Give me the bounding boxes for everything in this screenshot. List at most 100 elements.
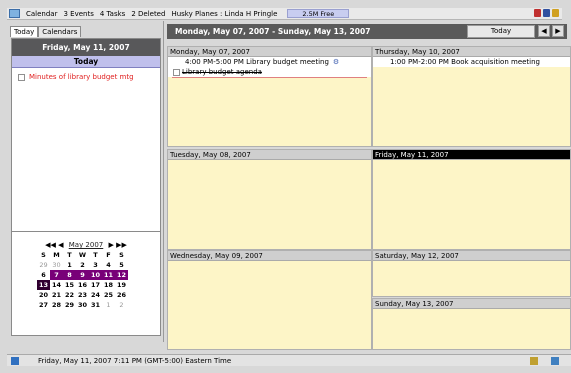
calendar-day[interactable]: 24 <box>89 290 102 300</box>
today-date-header: Friday, May 11, 2007 <box>12 39 160 56</box>
calendar-day[interactable]: 14 <box>50 280 63 290</box>
event-library-budget-meeting[interactable]: 4:00 PM-5:00 PM Library budget meeting ⚙ <box>168 57 371 67</box>
weekday-label: F <box>106 251 111 259</box>
calendar-day[interactable]: 29 <box>63 300 76 310</box>
toolbar-icons <box>534 9 559 17</box>
calendar-day[interactable]: 25 <box>102 290 115 300</box>
event-label: 1:00 PM-2:00 PM Book acquisition meeting <box>390 58 540 66</box>
calendar-day[interactable]: 16 <box>76 280 89 290</box>
today-label: Today <box>12 56 160 68</box>
prev-week-button[interactable]: ◀ <box>538 25 550 37</box>
calendar-day[interactable]: 26 <box>115 290 128 300</box>
next-week-button[interactable]: ▶ <box>552 25 564 37</box>
recurring-icon: ⚙ <box>332 58 340 66</box>
day-thursday[interactable]: Thursday, May 10, 2007 1:00 PM-2:00 PM B… <box>372 46 571 147</box>
calendar-menu[interactable]: Calendar <box>26 10 57 18</box>
day-header-friday: Friday, May 11, 2007 <box>373 150 570 160</box>
next-year-button[interactable]: ▶▶ <box>116 241 127 249</box>
calendar-day[interactable]: 2 <box>76 260 89 270</box>
calendar-day[interactable]: 31 <box>89 300 102 310</box>
pen-icon[interactable] <box>543 9 550 17</box>
weekday-header-row: SMTWTFS <box>37 250 141 260</box>
calendar-day[interactable]: 20 <box>37 290 50 300</box>
calendar-app: Calendar 3 Events 4 Tasks 2 Deleted Husk… <box>0 0 571 373</box>
prev-year-button[interactable]: ◀◀ <box>45 241 56 249</box>
calendar-day[interactable]: 22 <box>63 290 76 300</box>
user-label: Husky Planes : Linda H Pringle <box>171 9 278 18</box>
left-tabs: Today Calendars <box>10 26 82 37</box>
month-label[interactable]: May 2007 <box>69 241 104 249</box>
weekday-label: S <box>119 251 124 259</box>
calendar-day[interactable]: 8 <box>63 270 76 280</box>
day-header-wednesday: Wednesday, May 09, 2007 <box>168 251 371 261</box>
task-label: Minutes of library budget mtg <box>29 73 134 81</box>
person-icon[interactable] <box>534 9 541 17</box>
tab-today[interactable]: Today <box>10 26 39 37</box>
status-datetime: Friday, May 11, 2007 7:11 PM (GMT-5:00) … <box>38 356 232 365</box>
mini-calendar-grid: S M T W T F S 29 30 1 2 3 4 5 6 7 8 9 10 11 12 13 14 15 16 17 18 19… <box>37 250 141 310</box>
event-book-acquisition-meeting[interactable]: 1:00 PM-2:00 PM Book acquisition meeting <box>373 57 570 67</box>
calendar-day[interactable]: 28 <box>50 300 63 310</box>
calendar-day[interactable]: 19 <box>115 280 128 290</box>
calendar-day[interactable]: 2 <box>115 300 128 310</box>
events-count[interactable]: 3 Events <box>63 10 93 18</box>
day-friday[interactable]: Friday, May 11, 2007 <box>372 149 571 250</box>
calendar-day[interactable]: 4 <box>102 260 115 270</box>
week-row: 27 28 29 30 31 1 2 <box>37 300 141 310</box>
gear-icon[interactable] <box>552 9 559 17</box>
mini-calendar-nav: ◀◀ ◀ May 2007 ▶ ▶▶ <box>12 241 160 249</box>
calendar-day[interactable]: 10 <box>89 270 102 280</box>
day-wednesday[interactable]: Wednesday, May 09, 2007 <box>167 250 372 350</box>
day-sunday[interactable]: Sunday, May 13, 2007 <box>372 298 571 350</box>
task-label: Library budget agenda <box>182 68 262 76</box>
task-checkbox[interactable] <box>173 68 180 76</box>
calendar-day[interactable]: 18 <box>102 280 115 290</box>
calendar-day[interactable]: 27 <box>37 300 50 310</box>
prev-month-button[interactable]: ◀ <box>58 241 63 249</box>
day-saturday[interactable]: Saturday, May 12, 2007 <box>372 250 571 297</box>
calendar-day[interactable]: 15 <box>63 280 76 290</box>
calendar-day[interactable]: 6 <box>37 270 50 280</box>
grid-icon[interactable] <box>551 356 559 365</box>
calendar-day[interactable]: 1 <box>102 300 115 310</box>
today-button[interactable]: Today <box>467 25 535 38</box>
calendar-day[interactable]: 11 <box>102 270 115 280</box>
divider <box>172 77 367 78</box>
weekday-label: M <box>53 251 60 259</box>
task-checkbox[interactable] <box>18 73 25 81</box>
day-tuesday[interactable]: Tuesday, May 08, 2007 <box>167 149 372 250</box>
calendar-day[interactable]: 29 <box>37 260 50 270</box>
calendar-day[interactable]: 21 <box>50 290 63 300</box>
calendar-status-icon[interactable] <box>11 356 19 365</box>
calendar-day[interactable]: 5 <box>115 260 128 270</box>
weekday-label: W <box>78 251 87 259</box>
next-month-button[interactable]: ▶ <box>108 241 113 249</box>
task-library-budget-agenda[interactable]: Library budget agenda <box>168 67 371 77</box>
today-panel: Friday, May 11, 2007 Today Minutes of li… <box>11 38 161 244</box>
week-range: Monday, May 07, 2007 - Sunday, May 13, 2… <box>175 27 371 36</box>
deleted-count[interactable]: 2 Deleted <box>131 10 165 18</box>
calendar-day[interactable]: 7 <box>50 270 63 280</box>
day-header-monday: Monday, May 07, 2007 <box>168 47 371 57</box>
calendar-day[interactable]: 12 <box>115 270 128 280</box>
calendar-day[interactable]: 30 <box>76 300 89 310</box>
day-monday[interactable]: Monday, May 07, 2007 4:00 PM-5:00 PM Lib… <box>167 46 372 147</box>
calendar-day[interactable]: 13 <box>37 280 50 290</box>
calendar-day[interactable]: 9 <box>76 270 89 280</box>
day-header-tuesday: Tuesday, May 08, 2007 <box>168 150 371 160</box>
calendar-app-icon <box>9 9 20 18</box>
week-row: 6 7 8 9 10 11 12 <box>37 270 141 280</box>
week-view: Monday, May 07, 2007 - Sunday, May 13, 2… <box>166 21 571 350</box>
top-toolbar: Calendar 3 Events 4 Tasks 2 Deleted Husk… <box>7 8 562 20</box>
tab-calendars[interactable]: Calendars <box>38 26 82 37</box>
lock-icon[interactable] <box>530 356 538 365</box>
calendar-day[interactable]: 23 <box>76 290 89 300</box>
calendar-day[interactable]: 30 <box>50 260 63 270</box>
calendar-day[interactable]: 3 <box>89 260 102 270</box>
week-header: Monday, May 07, 2007 - Sunday, May 13, 2… <box>167 24 567 39</box>
task-item[interactable]: Minutes of library budget mtg <box>18 73 160 81</box>
day-header-saturday: Saturday, May 12, 2007 <box>373 251 570 261</box>
calendar-day[interactable]: 17 <box>89 280 102 290</box>
calendar-day[interactable]: 1 <box>63 260 76 270</box>
tasks-count[interactable]: 4 Tasks <box>100 10 125 18</box>
